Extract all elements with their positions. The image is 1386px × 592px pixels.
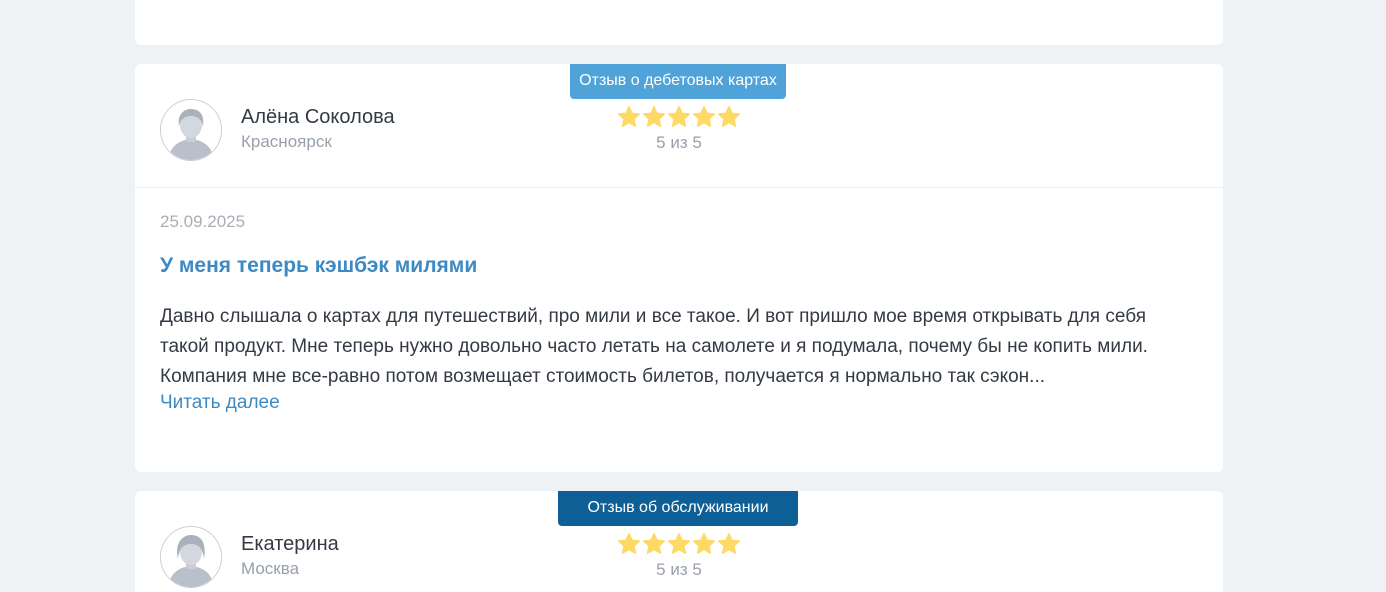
divider <box>135 187 1223 188</box>
avatar <box>160 99 222 161</box>
review-category-badge[interactable]: Отзыв об обслуживании <box>558 491 798 526</box>
rating-text: 5 из 5 <box>656 560 702 579</box>
rating: 5 из 5 <box>616 105 742 153</box>
rating: 5 из 5 <box>616 532 742 580</box>
star-icon <box>617 532 641 558</box>
star-icon <box>717 105 741 131</box>
avatar <box>160 526 222 588</box>
review-title[interactable]: У меня теперь кэшбэк милями <box>160 254 477 278</box>
review-date: 25.09.2025 <box>160 212 246 231</box>
star-icon <box>692 105 716 131</box>
star-icon <box>617 105 641 131</box>
review-card: Отзыв о дебетовых картах Алёна Соколова … <box>135 64 1223 472</box>
user-avatar-icon <box>161 100 221 160</box>
read-more-link[interactable]: Читать далее <box>160 392 280 414</box>
author-name: Екатерина <box>241 533 339 555</box>
review-card: Отзыв об обслуживании Екатерина Москва 5… <box>135 491 1223 592</box>
star-icon <box>642 105 666 131</box>
rating-stars <box>616 532 742 558</box>
rating-stars <box>616 105 742 131</box>
review-card-previous <box>135 0 1223 45</box>
star-icon <box>667 532 691 558</box>
author-name: Алёна Соколова <box>241 106 395 128</box>
star-icon <box>692 532 716 558</box>
review-category-badge[interactable]: Отзыв о дебетовых картах <box>570 64 786 99</box>
star-icon <box>717 532 741 558</box>
star-icon <box>667 105 691 131</box>
author-city: Москва <box>241 559 300 578</box>
user-avatar-icon <box>161 527 221 587</box>
reviews-page: Отзыв о дебетовых картах Алёна Соколова … <box>0 0 1386 592</box>
star-icon <box>642 532 666 558</box>
author-city: Красноярск <box>241 132 332 151</box>
rating-text: 5 из 5 <box>656 133 702 152</box>
review-text: Давно слышала о картах для путешествий, … <box>160 306 1148 387</box>
